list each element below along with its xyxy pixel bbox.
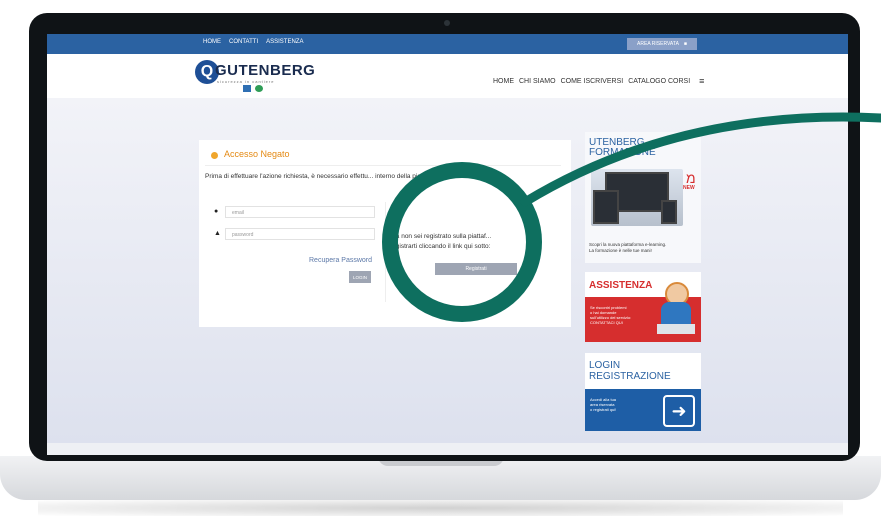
login-banner-title: LOGIN REGISTRAZIONE [589,360,671,382]
top-nav: HOME CONTATTI ASSISTENZA [203,39,303,45]
logo-name[interactable]: GUTENBERG [215,62,315,79]
logo-tagline: sicurezza in cantiere [217,79,275,84]
login-registrazione-banner[interactable]: LOGIN REGISTRAZIONE Accedi alla tua area… [585,353,701,431]
arrow-right-icon[interactable]: ➜ [663,395,695,427]
laptop-shadow [38,500,843,516]
assistenza-title: ASSISTENZA [589,280,653,291]
camera-icon [444,20,450,26]
top-nav-home[interactable]: HOME [203,39,221,45]
formazione-title: UTENBERG FORMAZIONE [589,138,656,158]
user-icon: ■ [683,41,687,47]
nav-home[interactable]: HOME [493,78,514,85]
tablet-icon [593,190,619,224]
assistenza-banner[interactable]: ASSISTENZA Se riscontri problemi o hai d… [585,272,701,342]
phone-icon [661,200,677,224]
assistenza-text: Se riscontri problemi o hai domande sull… [590,305,631,325]
site-footer [47,443,848,455]
password-field[interactable]: password [225,228,375,240]
accreditation-badge-icon [255,85,263,92]
certification-badge-icon [243,85,251,92]
paperclip-icon: מ [686,170,696,186]
formazione-title-line2: FORMAZIONE [589,147,656,158]
email-field[interactable]: email [225,206,375,218]
formazione-banner[interactable]: UTENBERG FORMAZIONE מ NEW Scopri la nuov… [585,132,701,263]
panel-divider [205,165,561,166]
assistenza-text-line4[interactable]: CONTATTACI QUI [590,320,631,325]
top-bar: HOME CONTATTI ASSISTENZA AREA RISERVATA … [47,34,848,54]
area-riservata-label: AREA RISERVATA [637,41,679,47]
login-banner-title-line1: LOGIN [589,360,621,371]
user-icon: ● [214,208,219,215]
login-button[interactable]: LOGIN [349,271,371,283]
formazione-text-line2: La formazione è nelle tue mani! [589,248,652,253]
nav-catalogo-corsi[interactable]: CATALOGO CORSI [628,78,690,85]
login-banner-text: Accedi alla tua area riservata o registr… [590,397,616,412]
logo-mark: Q [200,63,214,80]
formazione-text: Scopri la nuova piattaforma e-learning. … [589,242,666,254]
nav-chi-siamo[interactable]: CHI SIAMO [519,78,556,85]
panel-title: Accesso Negato [224,149,290,159]
nav-come-iscriversi[interactable]: COME ISCRIVERSI [561,78,624,85]
new-badge: NEW [683,185,695,191]
panel-message: Prima di effettuare l'azione richiesta, … [205,173,431,180]
recupera-password-link[interactable]: Recupera Password [309,257,372,264]
warning-icon [211,152,218,159]
area-riservata-button[interactable]: AREA RISERVATA ■ [627,38,697,50]
hamburger-icon[interactable]: ≡ [699,76,704,86]
top-nav-contatti[interactable]: CONTATTI [229,39,258,45]
login-banner-title-line2: REGISTRAZIONE [589,371,671,382]
login-banner-text-line3: o registrati qui! [590,407,617,412]
top-nav-assistenza[interactable]: ASSISTENZA [266,39,303,45]
laptop-icon [657,324,695,334]
magnifier-circle [382,162,542,322]
logo-badges [243,85,267,92]
lock-icon: ▲ [214,230,221,237]
site-header: Q GUTENBERG sicurezza in cantiere HOME C… [47,54,848,98]
main-nav: HOME CHI SIAMO COME ISCRIVERSI CATALOGO … [493,76,704,86]
